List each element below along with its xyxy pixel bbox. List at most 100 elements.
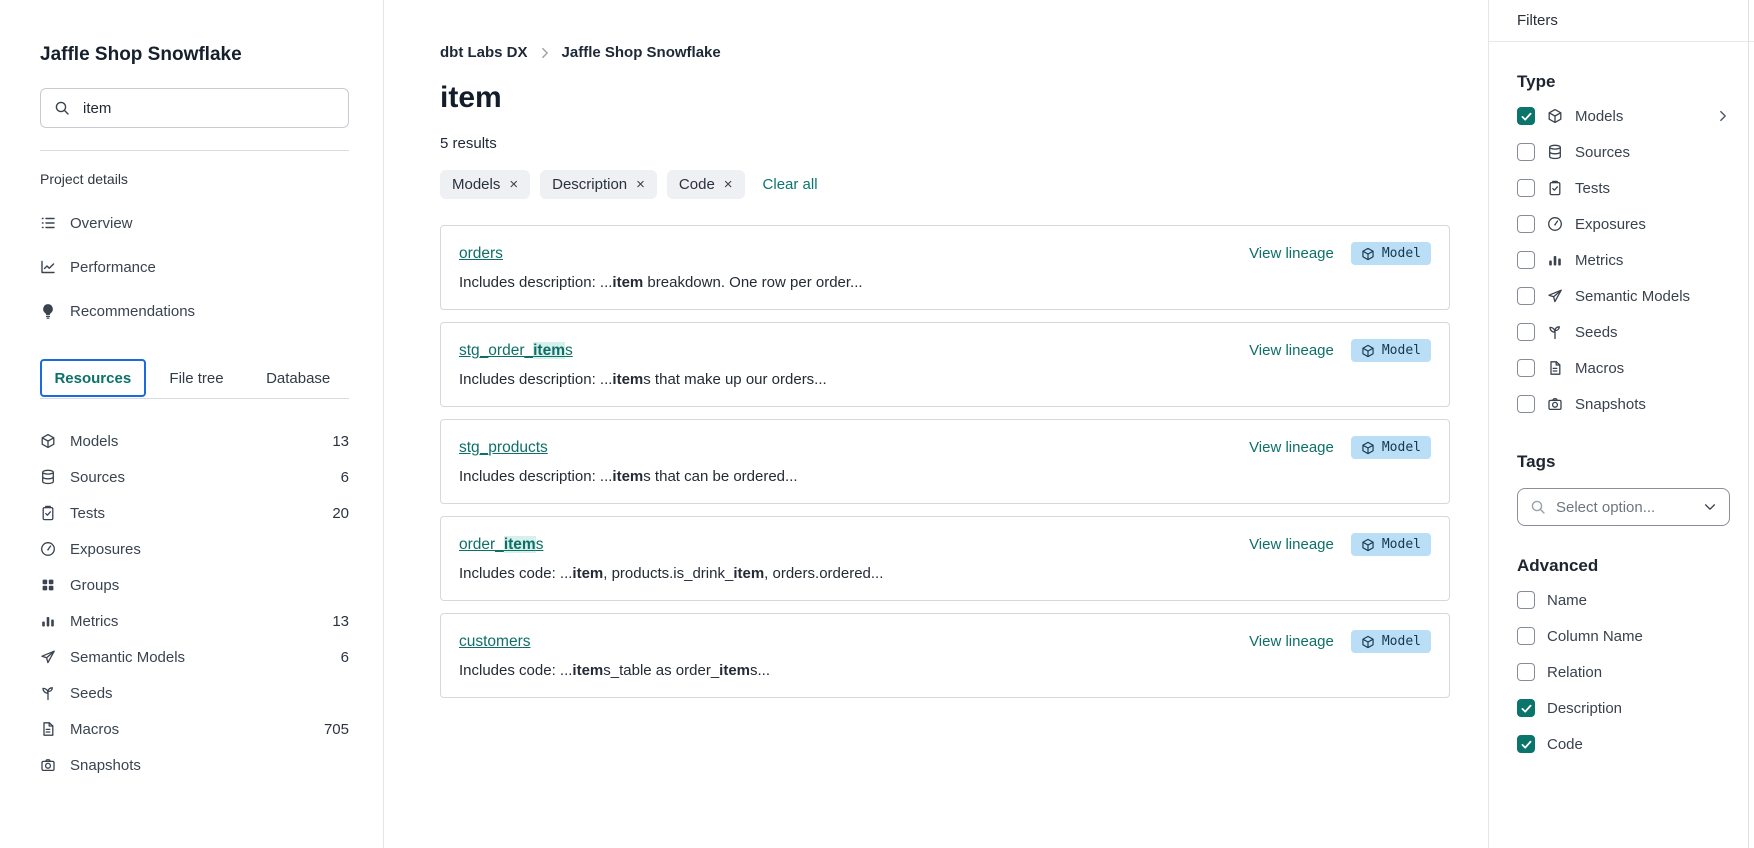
filter-option-description[interactable]: Description: [1517, 690, 1730, 726]
checkbox-unchecked[interactable]: [1517, 591, 1535, 609]
model-badge[interactable]: Model: [1351, 630, 1431, 653]
checkbox-unchecked[interactable]: [1517, 663, 1535, 681]
resource-item-sources[interactable]: Sources 6: [40, 459, 349, 495]
sidebar-search[interactable]: [40, 88, 349, 128]
filter-option-relation[interactable]: Relation: [1517, 654, 1730, 690]
result-link[interactable]: orders: [459, 245, 503, 263]
model-badge[interactable]: Model: [1351, 533, 1431, 556]
resource-item-macros[interactable]: Macros 705: [40, 711, 349, 747]
check-icon: [1520, 702, 1533, 715]
filter-section-tags: Tags: [1517, 452, 1730, 472]
result-snippet: Includes code: ...items_table as order_i…: [459, 662, 1431, 679]
filter-option-column-name[interactable]: Column Name: [1517, 618, 1730, 654]
view-lineage-link[interactable]: View lineage: [1249, 536, 1334, 553]
sidebar-item-overview[interactable]: Overview: [40, 201, 349, 245]
breadcrumb-project[interactable]: Jaffle Shop Snowflake: [562, 44, 721, 61]
view-lineage-link[interactable]: View lineage: [1249, 439, 1334, 456]
checkbox-checked[interactable]: [1517, 735, 1535, 753]
list-icon: [40, 215, 56, 231]
resource-item-exposures[interactable]: Exposures: [40, 531, 349, 567]
breadcrumb-account[interactable]: dbt Labs DX: [440, 44, 528, 61]
checkbox-unchecked[interactable]: [1517, 215, 1535, 233]
filter-option-label: Semantic Models: [1575, 288, 1690, 305]
badge-label: Model: [1382, 634, 1421, 649]
resource-item-seeds[interactable]: Seeds: [40, 675, 349, 711]
chip-models[interactable]: Models ×: [440, 170, 530, 199]
view-lineage-link[interactable]: View lineage: [1249, 633, 1334, 650]
chip-label: Models: [452, 176, 500, 193]
clear-all-link[interactable]: Clear all: [763, 176, 818, 193]
semantic-model-icon: [1547, 288, 1563, 304]
checkbox-unchecked[interactable]: [1517, 179, 1535, 197]
close-icon[interactable]: ×: [636, 177, 645, 192]
checkbox-unchecked[interactable]: [1517, 323, 1535, 341]
resource-item-models[interactable]: Models 13: [40, 423, 349, 459]
search-input[interactable]: [81, 99, 335, 118]
checkbox-unchecked[interactable]: [1517, 251, 1535, 269]
tags-select[interactable]: Select option...: [1517, 488, 1730, 526]
filter-option-sources[interactable]: Sources: [1517, 134, 1730, 170]
filter-option-code[interactable]: Code: [1517, 726, 1730, 762]
checkbox-unchecked[interactable]: [1517, 143, 1535, 161]
chevron-down-icon: [1703, 500, 1717, 514]
database-icon: [40, 469, 56, 485]
semantic-model-icon: [40, 649, 56, 665]
chip-description[interactable]: Description ×: [540, 170, 657, 199]
checkbox-checked[interactable]: [1517, 699, 1535, 717]
check-icon: [1520, 110, 1533, 123]
view-lineage-link[interactable]: View lineage: [1249, 342, 1334, 359]
filter-option-tests[interactable]: Tests: [1517, 170, 1730, 206]
close-icon[interactable]: ×: [509, 177, 518, 192]
panel-scrollbar[interactable]: [1748, 0, 1749, 848]
check-icon: [1520, 738, 1533, 751]
resource-item-groups[interactable]: Groups: [40, 567, 349, 603]
sprout-icon: [1547, 324, 1563, 340]
sidebar-tabs: Resources File tree Database: [40, 359, 349, 399]
result-cards: orders View lineage Model Includes descr…: [440, 225, 1450, 698]
checkbox-unchecked[interactable]: [1517, 359, 1535, 377]
filter-option-seeds[interactable]: Seeds: [1517, 314, 1730, 350]
cube-icon: [1361, 344, 1375, 358]
filter-option-name[interactable]: Name: [1517, 582, 1730, 618]
filter-option-metrics[interactable]: Metrics: [1517, 242, 1730, 278]
sidebar-item-performance[interactable]: Performance: [40, 245, 349, 289]
resource-item-metrics[interactable]: Metrics 13: [40, 603, 349, 639]
filter-option-macros[interactable]: Macros: [1517, 350, 1730, 386]
checkbox-unchecked[interactable]: [1517, 627, 1535, 645]
tab-database[interactable]: Database: [247, 359, 349, 398]
result-link[interactable]: customers: [459, 633, 531, 651]
resource-item-semantic-models[interactable]: Semantic Models 6: [40, 639, 349, 675]
sidebar-item-recommendations[interactable]: Recommendations: [40, 289, 349, 333]
filter-section-advanced: Advanced: [1517, 556, 1730, 576]
result-link[interactable]: stg_products: [459, 439, 548, 457]
filter-option-models[interactable]: Models: [1517, 98, 1730, 134]
view-lineage-link[interactable]: View lineage: [1249, 245, 1334, 262]
result-link[interactable]: stg_order_items: [459, 342, 573, 360]
tab-file-tree[interactable]: File tree: [146, 359, 248, 398]
checkbox-unchecked[interactable]: [1517, 395, 1535, 413]
sprout-icon: [40, 685, 56, 701]
cube-icon: [1547, 108, 1563, 124]
resource-label: Semantic Models: [70, 649, 185, 666]
close-icon[interactable]: ×: [724, 177, 733, 192]
filter-option-label: Name: [1547, 592, 1587, 609]
filter-option-exposures[interactable]: Exposures: [1517, 206, 1730, 242]
checkbox-unchecked[interactable]: [1517, 287, 1535, 305]
filter-option-snapshots[interactable]: Snapshots: [1517, 386, 1730, 422]
filter-option-semantic-models[interactable]: Semantic Models: [1517, 278, 1730, 314]
tab-resources[interactable]: Resources: [40, 359, 146, 397]
resource-item-snapshots[interactable]: Snapshots: [40, 747, 349, 783]
resource-label: Exposures: [70, 541, 141, 558]
checkbox-checked[interactable]: [1517, 107, 1535, 125]
result-link[interactable]: order_items: [459, 536, 543, 554]
nav-label: Recommendations: [70, 303, 195, 320]
model-badge[interactable]: Model: [1351, 242, 1431, 265]
chevron-right-icon[interactable]: [1716, 109, 1730, 123]
chip-code[interactable]: Code ×: [667, 170, 745, 199]
file-icon: [1547, 360, 1563, 376]
cube-icon: [1361, 635, 1375, 649]
model-badge[interactable]: Model: [1351, 339, 1431, 362]
model-badge[interactable]: Model: [1351, 436, 1431, 459]
bar-chart-icon: [1547, 252, 1563, 268]
resource-item-tests[interactable]: Tests 20: [40, 495, 349, 531]
